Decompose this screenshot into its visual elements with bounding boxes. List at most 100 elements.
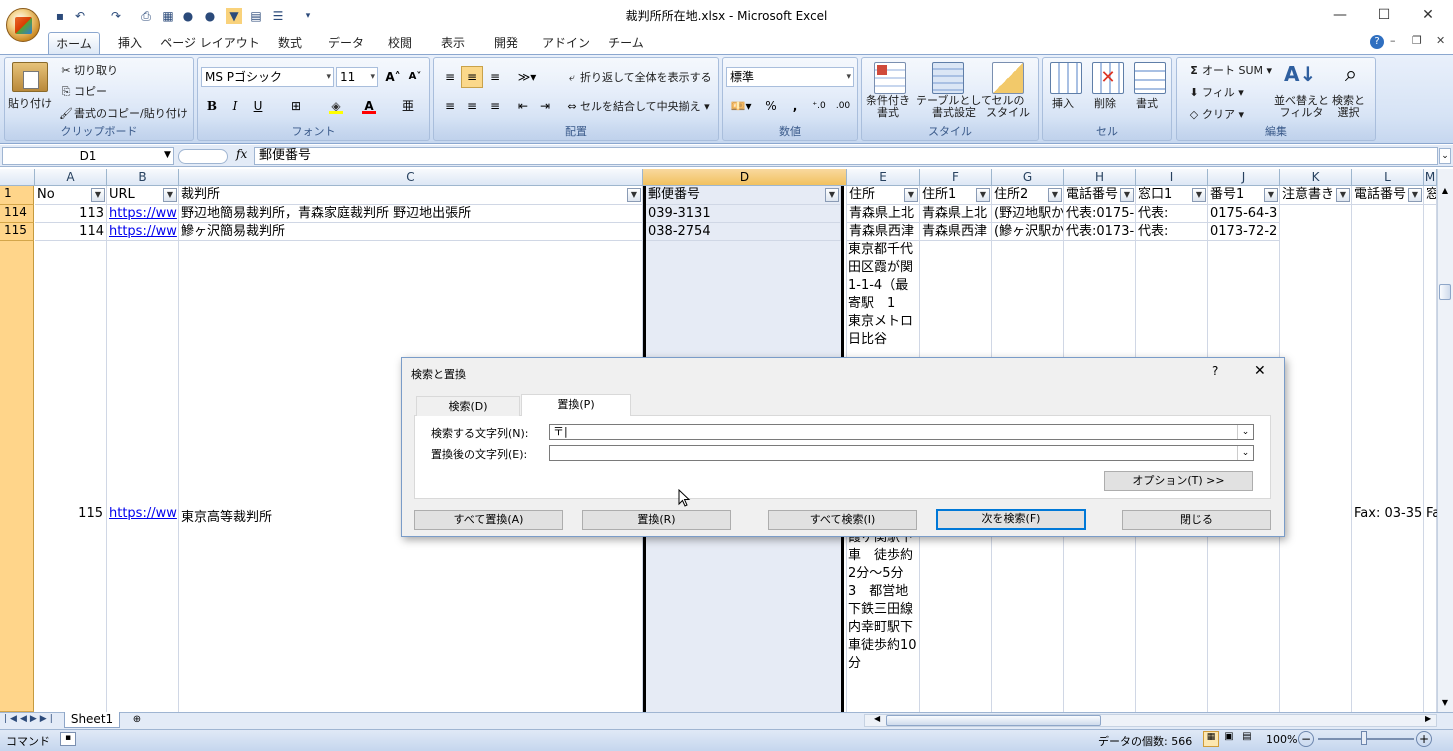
tab-insert[interactable]: 挿入 xyxy=(106,32,154,54)
scroll-left-icon[interactable]: ◀ xyxy=(874,714,880,723)
tab-addins[interactable]: アドイン xyxy=(536,32,596,54)
dialog-close-icon[interactable]: ✕ xyxy=(1254,363,1266,379)
options-button[interactable]: オプション(T) >> xyxy=(1104,471,1253,491)
grow-font-button[interactable]: A˄ xyxy=(382,66,404,88)
cell-addr1[interactable]: 青森県西津 xyxy=(920,223,992,241)
tab-formulas[interactable]: 数式 xyxy=(266,32,314,54)
cell-styles-button[interactable]: セルの スタイル xyxy=(986,95,1030,119)
column-header[interactable]: C xyxy=(179,169,643,186)
cell-court[interactable]: 野辺地簡易裁判所，青森家庭裁判所 野辺地出張所 xyxy=(179,205,643,223)
fill-button[interactable]: ⬇ フィル ▾ xyxy=(1186,84,1243,101)
format-cells-icon[interactable] xyxy=(1134,62,1166,94)
sort-filter-icon[interactable]: A↓ xyxy=(1284,62,1316,92)
cell-addr2[interactable]: (鰺ヶ沢駅か xyxy=(992,223,1064,241)
phonetic-button[interactable]: 亜 xyxy=(397,95,419,117)
filter-dropdown-icon[interactable]: ▼ xyxy=(1048,188,1062,202)
cell-tel[interactable]: 代表:0175- xyxy=(1064,205,1136,223)
font-name-combo[interactable]: MS Pゴシック ▾ xyxy=(201,67,334,87)
header-cell[interactable]: 電話番号 ▼ xyxy=(1352,186,1424,205)
sheet-nav-icon[interactable]: |◀◀▶▶| xyxy=(4,714,56,724)
increase-indent-icon[interactable]: ⇥ xyxy=(534,95,556,117)
filter-dropdown-icon[interactable]: ▼ xyxy=(163,188,177,202)
cell-number1[interactable]: 0173-72-2 xyxy=(1208,223,1280,241)
cell-url-link[interactable]: https://ww xyxy=(107,205,179,223)
font-size-combo[interactable]: 11 ▾ xyxy=(336,67,378,87)
cell-court[interactable]: 東京高等裁判所 xyxy=(181,506,272,525)
scroll-up-icon[interactable]: ▲ xyxy=(1439,186,1451,198)
clear-button[interactable]: ◇ クリア ▾ xyxy=(1186,106,1244,123)
filter-dropdown-icon[interactable]: ▼ xyxy=(976,188,990,202)
column-header[interactable]: I xyxy=(1136,169,1208,186)
tab-data[interactable]: データ xyxy=(320,32,372,54)
page-layout-view-icon[interactable]: ▣ xyxy=(1221,731,1237,747)
column-header[interactable]: F xyxy=(920,169,992,186)
header-cell[interactable]: 住所2 ▼ xyxy=(992,186,1064,205)
zoom-slider-thumb[interactable] xyxy=(1361,731,1367,745)
delete-cells-button[interactable]: 削除 xyxy=(1094,95,1116,111)
decrease-indent-icon[interactable]: ⇤ xyxy=(512,95,534,117)
tab-review[interactable]: 校閲 xyxy=(378,32,422,54)
filter-dropdown-icon[interactable]: ▼ xyxy=(1264,188,1278,202)
merge-center-button[interactable]: ⇔ セルを結合して中央揃え ▾ xyxy=(564,98,709,115)
filter-dropdown-icon[interactable]: ▼ xyxy=(1192,188,1206,202)
copy-button[interactable]: ⎘ コピー xyxy=(58,83,107,100)
cell-addr1[interactable]: 青森県上北 xyxy=(920,205,992,223)
column-header[interactable]: A xyxy=(35,169,107,186)
cell-styles-icon[interactable] xyxy=(992,62,1024,94)
filter-dropdown-icon[interactable]: ▼ xyxy=(91,188,105,202)
minimize-button[interactable]: — xyxy=(1322,4,1358,26)
zoom-out-icon[interactable]: − xyxy=(1298,731,1314,747)
cell-addr[interactable]: 青森県西津 xyxy=(847,223,920,241)
insert-function-icon[interactable]: fx xyxy=(236,147,252,165)
decrease-decimal-button[interactable]: .00 xyxy=(832,95,854,117)
row-header[interactable]: 115 xyxy=(0,223,34,241)
office-button[interactable] xyxy=(6,8,40,42)
cell-url-link[interactable]: https://ww xyxy=(107,223,179,241)
binoculars-icon[interactable]: ⌕ xyxy=(1336,62,1366,92)
cut-button[interactable]: ✂ 切り取り xyxy=(58,62,118,79)
column-header[interactable]: L xyxy=(1352,169,1424,186)
cell-window[interactable]: 代表: xyxy=(1136,223,1208,241)
column-header[interactable]: M xyxy=(1424,169,1437,186)
cell-fax[interactable]: Fax: 03-35 xyxy=(1354,506,1424,521)
cell-window[interactable]: 代表: xyxy=(1136,205,1208,223)
help-icon[interactable]: ? xyxy=(1370,35,1384,49)
formula-input[interactable]: 郵便番号 xyxy=(254,147,1438,165)
cell-no[interactable]: 113 xyxy=(35,205,107,223)
header-cell[interactable]: 注意書き ▼ xyxy=(1280,186,1352,205)
column-header[interactable]: E xyxy=(847,169,920,186)
insert-cells-icon[interactable] xyxy=(1050,62,1082,94)
cell-tel[interactable]: 代表:0173- xyxy=(1064,223,1136,241)
expand-formula-icon[interactable]: ⌄ xyxy=(1439,148,1451,164)
row-header[interactable] xyxy=(0,241,34,712)
dialog-help-button[interactable]: ? xyxy=(1212,364,1218,378)
align-center-icon[interactable]: ≡ xyxy=(461,95,483,117)
tab-view[interactable]: 表示 xyxy=(430,32,476,54)
paste-button[interactable]: 貼り付け xyxy=(8,95,52,111)
currency-icon[interactable]: 💴▾ xyxy=(726,95,756,117)
filter-dropdown-icon[interactable]: ▼ xyxy=(904,188,918,202)
formula-bar-resize-handle[interactable] xyxy=(178,149,228,164)
tab-home[interactable]: ホーム xyxy=(48,32,100,54)
header-cell[interactable]: 電話番号 ▼ xyxy=(1064,186,1136,205)
underline-button[interactable]: U xyxy=(247,95,269,117)
align-middle-icon[interactable]: ≡ xyxy=(461,66,483,88)
tab-page-layout[interactable]: ページ レイアウト xyxy=(160,32,260,54)
header-cell[interactable]: 番号1 ▼ xyxy=(1208,186,1280,205)
column-header[interactable]: J xyxy=(1208,169,1280,186)
page-break-view-icon[interactable]: ▤ xyxy=(1239,731,1255,747)
find-next-button[interactable]: 次を検索(F) xyxy=(936,509,1086,530)
table-format-icon[interactable] xyxy=(932,62,964,94)
replace-all-button[interactable]: すべて置換(A) xyxy=(414,510,563,530)
align-right-icon[interactable]: ≡ xyxy=(484,95,506,117)
header-cell[interactable]: 窓 xyxy=(1424,186,1437,205)
cell-zip[interactable]: 039-3131 xyxy=(646,205,841,223)
scroll-right-icon[interactable]: ▶ xyxy=(1425,714,1431,723)
italic-button[interactable]: I xyxy=(224,95,246,117)
name-box[interactable]: D1 xyxy=(2,147,174,165)
filter-dropdown-icon[interactable]: ▼ xyxy=(825,188,839,202)
scroll-down-icon[interactable]: ▼ xyxy=(1439,698,1451,710)
align-top-icon[interactable]: ≡ xyxy=(439,66,461,88)
paste-icon[interactable] xyxy=(12,62,48,92)
ribbon-min-icon[interactable]: – xyxy=(1390,34,1396,47)
